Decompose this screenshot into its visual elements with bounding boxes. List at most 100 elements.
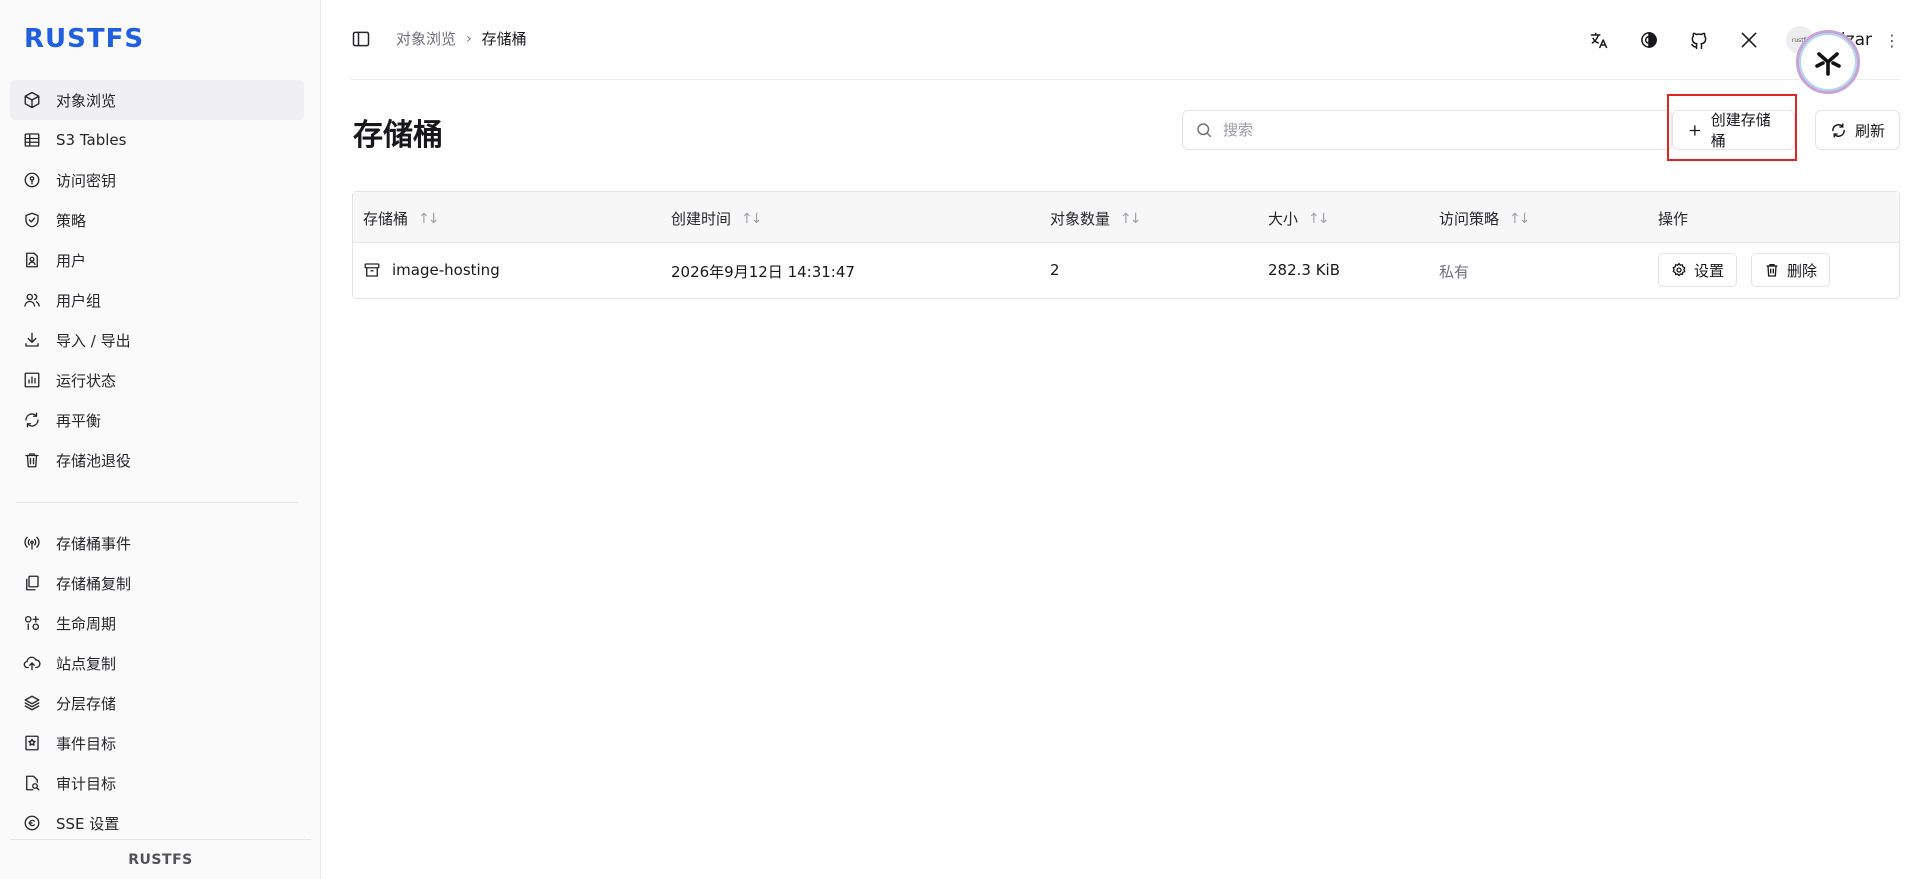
breadcrumb: 对象浏览 › 存储桶 — [396, 28, 527, 49]
sidebar-footer: RUSTFS — [10, 839, 311, 879]
sidebar-item-label: 导入 / 导出 — [56, 331, 131, 350]
users-icon — [22, 290, 42, 310]
sort-icon[interactable]: ↑↓ — [741, 211, 763, 227]
breadcrumb-object-browser[interactable]: 对象浏览 — [396, 28, 456, 49]
objects-cell: 2 — [1050, 261, 1060, 279]
table-row[interactable]: image-hosting 2026年9月12日 14:31:47 2 282.… — [353, 243, 1899, 298]
more-vertical-icon[interactable]: ⋮ — [1884, 31, 1900, 50]
broadcast-icon — [22, 533, 42, 553]
sidebar-item-label: 用户 — [56, 251, 87, 270]
table-header: 存储桶 ↑↓ 创建时间 ↑↓ 对象数量 ↑↓ 大小 ↑↓ 访问策略 ↑↓ 操作 — [353, 192, 1899, 243]
theme-toggle-icon[interactable] — [1636, 27, 1662, 53]
lifecycle-icon — [22, 613, 42, 633]
sidebar-item-label: 审计目标 — [56, 774, 117, 793]
sidebar-item-label: 站点复制 — [56, 654, 117, 673]
column-header-objects[interactable]: 对象数量 ↑↓ — [1050, 208, 1142, 229]
sidebar-item-user-groups[interactable]: 用户组 — [10, 280, 304, 320]
sidebar-item-s3-tables[interactable]: S3 Tables — [10, 120, 304, 160]
refresh-label: 刷新 — [1855, 121, 1886, 140]
sidebar-item-policies[interactable]: 策略 — [10, 200, 304, 240]
breadcrumb-buckets: 存储桶 — [481, 30, 527, 48]
sidebar-item-label: 分层存储 — [56, 694, 117, 713]
create-bucket-button[interactable]: 创建存储桶 — [1672, 110, 1795, 150]
search-input[interactable] — [1223, 121, 1643, 139]
sidebar-item-import-export[interactable]: 导入 / 导出 — [10, 320, 304, 360]
trash-icon — [22, 450, 42, 470]
sidebar-item-label: SSE 设置 — [56, 814, 120, 833]
sidebar-divider — [16, 502, 298, 503]
sidebar-item-label: 事件目标 — [56, 734, 117, 753]
encryption-icon — [22, 813, 42, 833]
sidebar-item-bucket-replication[interactable]: 存储桶复制 — [10, 563, 304, 603]
sidebar-item-label: 对象浏览 — [56, 91, 117, 110]
sidebar-item-site-replication[interactable]: 站点复制 — [10, 643, 304, 683]
chevron-right-icon: › — [466, 30, 472, 47]
sidebar-item-event-targets[interactable]: 事件目标 — [10, 723, 304, 763]
sidebar: RUSTFS 对象浏览 S3 Tables 访问密钥 策略 用户 用户组 导入 … — [0, 0, 321, 879]
bookmark-icon — [22, 733, 42, 753]
sidebar-item-label: 策略 — [56, 211, 87, 230]
sidebar-item-label: 运行状态 — [56, 371, 117, 390]
sort-icon[interactable]: ↑↓ — [1120, 211, 1142, 227]
delete-button[interactable]: 删除 — [1751, 253, 1831, 287]
sidebar-item-label: 访问密钥 — [56, 171, 117, 190]
shield-check-icon — [22, 210, 42, 230]
sidebar-item-pool-decommission[interactable]: 存储池退役 — [10, 440, 304, 480]
copy-icon — [22, 573, 42, 593]
column-header-actions: 操作 — [1658, 210, 1689, 228]
policy-cell: 私有 — [1439, 263, 1470, 281]
sidebar-item-audit-targets[interactable]: 审计目标 — [10, 763, 304, 803]
sort-icon[interactable]: ↑↓ — [1308, 211, 1330, 227]
sidebar-item-label: 用户组 — [56, 291, 102, 310]
sidebar-item-bucket-events[interactable]: 存储桶事件 — [10, 523, 304, 563]
sidebar-item-label: 生命周期 — [56, 614, 117, 633]
app-logo[interactable]: RUSTFS — [24, 24, 144, 54]
overlay-badge-icon — [1796, 30, 1860, 94]
column-header-policy[interactable]: 访问策略 ↑↓ — [1439, 208, 1531, 229]
trash-icon — [1766, 264, 1778, 277]
settings-button[interactable]: 设置 — [1658, 253, 1738, 287]
gear-icon — [1672, 262, 1686, 277]
refresh-button[interactable]: 刷新 — [1815, 110, 1900, 150]
cube-icon — [22, 90, 42, 110]
sidebar-item-sse-settings[interactable]: SSE 设置 — [10, 803, 304, 843]
file-search-icon — [22, 773, 42, 793]
delete-label: 删除 — [1787, 261, 1818, 280]
bucket-name: image-hosting — [392, 261, 500, 279]
sidebar-item-users[interactable]: 用户 — [10, 240, 304, 280]
sidebar-item-label: 存储池退役 — [56, 451, 132, 470]
sidebar-item-access-keys[interactable]: 访问密钥 — [10, 160, 304, 200]
translate-icon[interactable] — [1586, 27, 1612, 53]
sidebar-nav: 对象浏览 S3 Tables 访问密钥 策略 用户 用户组 导入 / 导出 运行… — [10, 80, 304, 843]
column-header-created[interactable]: 创建时间 ↑↓ — [671, 208, 763, 229]
sidebar-item-rebalance[interactable]: 再平衡 — [10, 400, 304, 440]
sidebar-item-tiered-storage[interactable]: 分层存储 — [10, 683, 304, 723]
column-header-size[interactable]: 大小 ↑↓ — [1268, 208, 1330, 229]
sidebar-item-label: 存储桶复制 — [56, 574, 132, 593]
sidebar-item-object-browser[interactable]: 对象浏览 — [10, 80, 304, 120]
sidebar-item-label: 再平衡 — [56, 411, 102, 430]
sidebar-item-label: 存储桶事件 — [56, 534, 132, 553]
page-title: 存储桶 — [353, 118, 443, 153]
refresh-icon — [22, 410, 42, 430]
column-header-bucket[interactable]: 存储桶 ↑↓ — [363, 208, 440, 229]
top-bar: 对象浏览 › 存储桶 rustfs mizar ⋮ — [351, 0, 1900, 80]
github-icon[interactable] — [1686, 27, 1712, 53]
size-cell: 282.3 KiB — [1268, 261, 1341, 279]
table-icon — [22, 130, 42, 150]
create-bucket-label: 创建存储桶 — [1710, 111, 1771, 150]
x-twitter-icon[interactable] — [1736, 27, 1762, 53]
bucket-name-cell[interactable]: image-hosting — [363, 261, 500, 279]
sidebar-item-status[interactable]: 运行状态 — [10, 360, 304, 400]
sort-icon[interactable]: ↑↓ — [418, 211, 440, 227]
sidebar-item-label: S3 Tables — [56, 131, 127, 149]
created-cell: 2026年9月12日 14:31:47 — [671, 263, 855, 281]
sidebar-toggle-icon[interactable] — [351, 29, 373, 51]
chart-bar-icon — [22, 370, 42, 390]
search-icon — [1197, 123, 1212, 138]
download-icon — [22, 330, 42, 350]
buckets-table: 存储桶 ↑↓ 创建时间 ↑↓ 对象数量 ↑↓ 大小 ↑↓ 访问策略 ↑↓ 操作 image… — [352, 191, 1900, 299]
sort-icon[interactable]: ↑↓ — [1509, 211, 1531, 227]
sidebar-item-lifecycle[interactable]: 生命周期 — [10, 603, 304, 643]
search-box[interactable] — [1182, 110, 1672, 150]
